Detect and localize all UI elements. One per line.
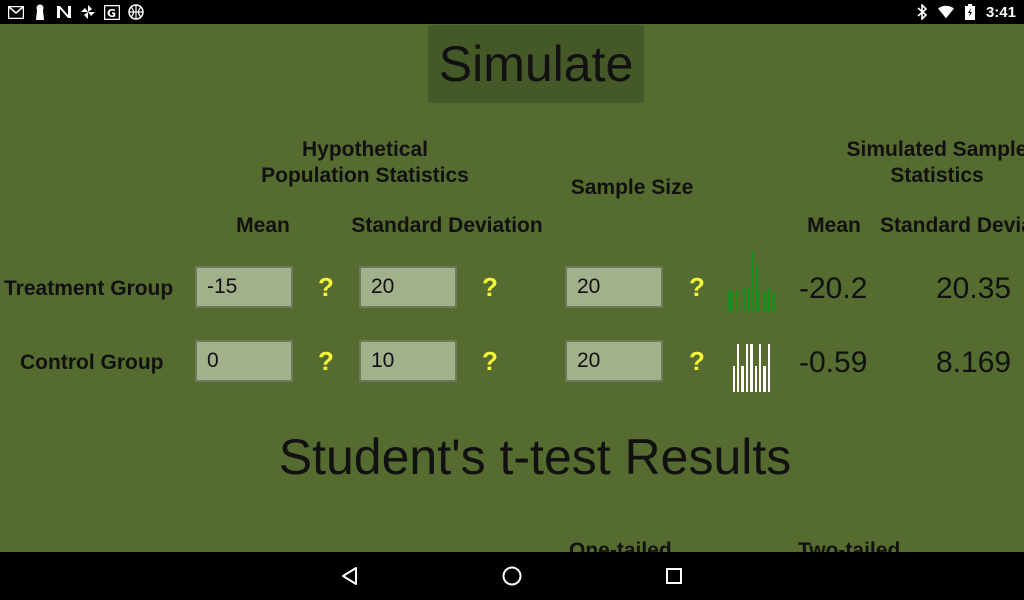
keyhole-icon [32, 4, 48, 20]
recents-button[interactable] [660, 562, 688, 590]
std-dev-header: Standard Deviation [351, 214, 543, 237]
google-icon: G [104, 4, 120, 20]
control-mean-field[interactable]: 0 [195, 340, 293, 382]
svg-text:G: G [107, 7, 116, 20]
navigation-bar [0, 552, 1024, 600]
treatment-std-dev-field[interactable]: 20 [359, 266, 457, 308]
control-sim-mean: -0.59 [799, 346, 868, 379]
home-icon [502, 566, 522, 586]
control-sample-size-help[interactable]: ? [687, 346, 707, 377]
recents-icon [666, 568, 682, 584]
one-tailed-header: One-tailed [569, 539, 672, 552]
control-std-dev-field[interactable]: 10 [359, 340, 457, 382]
main-content: Simulate Hypothetical Population Statist… [0, 24, 1024, 552]
notification-icons: G [8, 3, 144, 21]
n-app-icon [56, 4, 72, 20]
treatment-mean-help[interactable]: ? [316, 272, 336, 303]
pinwheel-icon [80, 4, 96, 20]
sim-std-dev-header: Standard Deviation [880, 214, 1024, 237]
treatment-mean-field[interactable]: -15 [195, 266, 293, 308]
control-sample-size-field[interactable]: 20 [565, 340, 663, 382]
treatment-std-dev-help[interactable]: ? [480, 272, 500, 303]
battery-icon [962, 4, 978, 20]
simulated-header: Simulated Sample Statistics [840, 137, 1024, 189]
treatment-sample-size-help[interactable]: ? [687, 272, 707, 303]
control-std-dev-help[interactable]: ? [480, 346, 500, 377]
gmail-icon [8, 4, 24, 20]
hypothetical-header-line2: Population Statistics [261, 164, 469, 187]
simulate-button[interactable]: Simulate [428, 25, 644, 103]
sim-mean-header: Mean [807, 214, 861, 237]
treatment-histogram [728, 252, 775, 312]
bluetooth-icon [914, 4, 930, 20]
sample-size-header: Sample Size [570, 176, 694, 199]
control-group-label: Control Group [20, 351, 164, 374]
home-button[interactable] [498, 562, 526, 590]
back-icon [342, 567, 357, 585]
hypothetical-header: Hypothetical Population Statistics [250, 137, 480, 189]
control-histogram [733, 344, 770, 392]
clock: 3:41 [985, 3, 1016, 21]
simulated-header-line1: Simulated Sample [846, 138, 1024, 161]
treatment-group-label: Treatment Group [4, 277, 174, 300]
ttest-results-title: Student's t-test Results [278, 429, 792, 485]
treatment-sample-size-field[interactable]: 20 [565, 266, 663, 308]
control-mean-help[interactable]: ? [316, 346, 336, 377]
hypothetical-header-line1: Hypothetical [301, 138, 429, 161]
treatment-sim-mean: -20.2 [799, 272, 868, 305]
mean-header: Mean [236, 214, 290, 237]
simulated-header-line2: Statistics [890, 164, 984, 187]
two-tailed-header: Two-tailed [798, 539, 901, 552]
status-bar: G 3:41 [0, 0, 1024, 24]
basketball-icon [128, 4, 144, 20]
system-icons: 3:41 [914, 2, 1016, 22]
wifi-icon [937, 4, 954, 20]
back-button[interactable] [336, 562, 364, 590]
treatment-sim-std-dev: 20.35 [936, 272, 1012, 305]
control-sim-std-dev: 8.169 [936, 346, 1012, 379]
